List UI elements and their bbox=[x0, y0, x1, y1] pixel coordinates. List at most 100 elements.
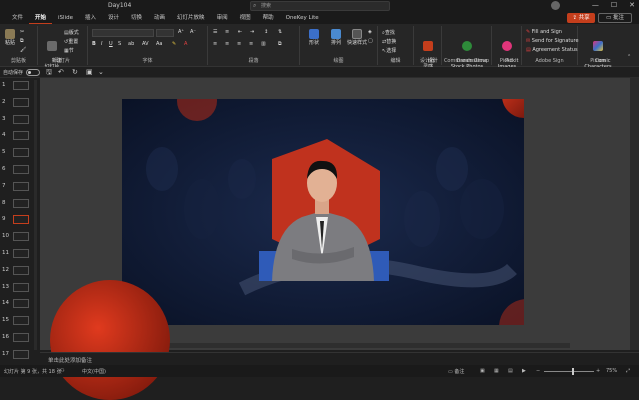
slide-thumbnail[interactable]: 1 bbox=[0, 80, 37, 94]
tab-transitions[interactable]: 切换 bbox=[125, 12, 148, 24]
find-button[interactable]: ⌕查找 bbox=[382, 29, 395, 36]
slide-thumbnail[interactable]: 16 bbox=[0, 332, 37, 346]
cut-icon[interactable]: ✂ bbox=[20, 29, 24, 35]
smartart-icon[interactable]: ⧉ bbox=[278, 41, 282, 47]
minimize-button[interactable]: — bbox=[592, 1, 599, 9]
zoom-slider-thumb[interactable] bbox=[572, 368, 574, 375]
slide-thumbnail[interactable]: 5 bbox=[0, 147, 37, 161]
shape-button[interactable]: 形状 bbox=[304, 29, 324, 46]
redo-icon[interactable]: ↻ bbox=[72, 68, 78, 76]
slide-thumbnail[interactable]: 2 bbox=[0, 97, 37, 111]
vertical-scrollbar[interactable] bbox=[630, 78, 639, 350]
slide-thumbnail[interactable]: 11 bbox=[0, 248, 37, 262]
zoom-out-icon[interactable]: − bbox=[536, 368, 540, 374]
slide-thumbnail[interactable]: 15 bbox=[0, 315, 37, 329]
avatar[interactable] bbox=[551, 1, 560, 10]
language-indicator[interactable]: 中文(中国) bbox=[82, 368, 106, 375]
hscroll-track[interactable] bbox=[50, 343, 570, 348]
reset-button[interactable]: ↺重置 bbox=[64, 38, 78, 45]
maximize-button[interactable]: ☐ bbox=[611, 1, 617, 9]
increase-indent-icon[interactable]: ⇥ bbox=[250, 29, 254, 35]
align-left-icon[interactable]: ≡ bbox=[213, 41, 217, 47]
char-spacing-icon[interactable]: AV bbox=[142, 41, 149, 47]
slide-thumbnail[interactable]: 13 bbox=[0, 282, 37, 296]
shape-outline-icon[interactable]: ▢ bbox=[368, 38, 373, 44]
text-direction-icon[interactable]: ⇅ bbox=[278, 29, 282, 35]
tab-design[interactable]: 设计 bbox=[102, 12, 125, 24]
strikethrough-icon[interactable]: ab bbox=[128, 41, 134, 47]
slide-thumbnail[interactable]: 8 bbox=[0, 198, 37, 212]
bullets-icon[interactable]: ☰ bbox=[213, 29, 217, 35]
align-right-icon[interactable]: ≡ bbox=[237, 41, 241, 47]
collapse-ribbon-icon[interactable]: ⌃ bbox=[627, 54, 631, 60]
tab-help[interactable]: 帮助 bbox=[257, 12, 280, 24]
format-painter-icon[interactable]: 🖌 bbox=[20, 47, 26, 53]
slide-thumbnail[interactable]: 7 bbox=[0, 181, 37, 195]
fit-slide-icon[interactable]: ⤢ bbox=[626, 368, 630, 374]
shrink-font-icon[interactable]: A⁻ bbox=[190, 29, 196, 35]
slide-thumbnail[interactable]: 9 bbox=[0, 214, 37, 228]
font-color-icon[interactable]: A bbox=[184, 41, 187, 47]
arrange-button[interactable]: 排列 bbox=[326, 29, 346, 46]
slide-thumbnail[interactable]: 10 bbox=[0, 231, 37, 245]
normal-view-icon[interactable]: ▣ bbox=[480, 368, 485, 374]
justify-icon[interactable]: ≡ bbox=[249, 41, 253, 47]
comment-button[interactable]: ▭ 批注 bbox=[598, 13, 632, 23]
align-center-icon[interactable]: ≡ bbox=[225, 41, 229, 47]
shape-fill-icon[interactable]: ◈ bbox=[368, 29, 372, 35]
thumbnail-scrollbar[interactable] bbox=[34, 80, 37, 350]
zoom-level[interactable]: 75% bbox=[606, 368, 617, 374]
close-button[interactable]: ✕ bbox=[629, 1, 635, 9]
reading-view-icon[interactable]: ▤ bbox=[508, 368, 513, 374]
present-icon[interactable]: ▣ bbox=[86, 68, 93, 76]
slide-canvas[interactable] bbox=[122, 99, 524, 325]
tab-home[interactable]: 开始 bbox=[29, 12, 53, 24]
slide-thumbnail[interactable]: 12 bbox=[0, 265, 37, 279]
change-case-icon[interactable]: Aa bbox=[156, 41, 162, 47]
select-button[interactable]: ↖选择 bbox=[382, 47, 396, 54]
tab-view[interactable]: 视图 bbox=[234, 12, 257, 24]
slideshow-icon[interactable]: ▶ bbox=[522, 368, 526, 374]
accessibility-icon[interactable]: ⚇ bbox=[60, 368, 64, 374]
font-name-select[interactable] bbox=[92, 29, 154, 37]
zoom-in-icon[interactable]: + bbox=[596, 368, 600, 374]
quick-styles-button[interactable]: 快速样式 bbox=[346, 29, 368, 46]
tab-slideshow[interactable]: 幻灯片放映 bbox=[171, 12, 211, 24]
line-spacing-icon[interactable]: ↕ bbox=[264, 29, 268, 35]
tab-islide[interactable]: iSlide bbox=[52, 12, 79, 24]
notes-pane[interactable]: 单击此处添加备注 bbox=[40, 352, 639, 365]
agreement-status-button[interactable]: ▤ Agreement Status bbox=[526, 47, 578, 53]
slide-thumbnail[interactable]: 14 bbox=[0, 298, 37, 312]
section-button[interactable]: ▦节 bbox=[64, 47, 74, 54]
copy-icon[interactable]: ⧉ bbox=[20, 38, 24, 44]
notes-toggle[interactable]: ▭ 备注 bbox=[448, 368, 464, 375]
columns-icon[interactable]: ▥ bbox=[261, 41, 266, 47]
italic-icon[interactable]: I bbox=[101, 41, 102, 47]
send-signature-button[interactable]: ✉ Send for Signature bbox=[526, 38, 579, 44]
autosave-toggle[interactable] bbox=[26, 69, 40, 76]
numbering-icon[interactable]: ≡ bbox=[225, 29, 229, 35]
paste-button[interactable]: 粘贴 bbox=[3, 29, 17, 46]
bold-icon[interactable]: B bbox=[92, 41, 96, 47]
font-size-select[interactable] bbox=[156, 29, 174, 37]
replace-button[interactable]: ⇄替换 bbox=[382, 38, 396, 45]
slide-thumbnail[interactable]: 4 bbox=[0, 130, 37, 144]
shadow-icon[interactable]: S bbox=[118, 41, 121, 47]
search-box[interactable]: ⌕ 搜索 bbox=[250, 1, 390, 11]
layout-button[interactable]: ▤版式 bbox=[64, 29, 79, 36]
slide-sorter-icon[interactable]: ▦ bbox=[494, 368, 499, 374]
undo-icon[interactable]: ↶ bbox=[58, 68, 64, 76]
tab-review[interactable]: 审阅 bbox=[211, 12, 234, 24]
zoom-slider[interactable] bbox=[544, 371, 594, 372]
decrease-indent-icon[interactable]: ⇤ bbox=[238, 29, 242, 35]
fill-sign-button[interactable]: ✎ Fill and Sign bbox=[526, 29, 562, 35]
tab-insert[interactable]: 插入 bbox=[79, 12, 102, 24]
grow-font-icon[interactable]: A⁺ bbox=[178, 29, 184, 35]
tab-file[interactable]: 文件 bbox=[6, 12, 29, 24]
underline-icon[interactable]: U bbox=[109, 41, 113, 47]
slide-thumbnail[interactable]: 17 bbox=[0, 349, 37, 363]
customize-qat-icon[interactable]: ⌄ bbox=[98, 68, 104, 76]
share-button[interactable]: ⇪ 共享 bbox=[567, 13, 595, 23]
slide-thumbnail[interactable]: 6 bbox=[0, 164, 37, 178]
tab-animations[interactable]: 动画 bbox=[148, 12, 171, 24]
